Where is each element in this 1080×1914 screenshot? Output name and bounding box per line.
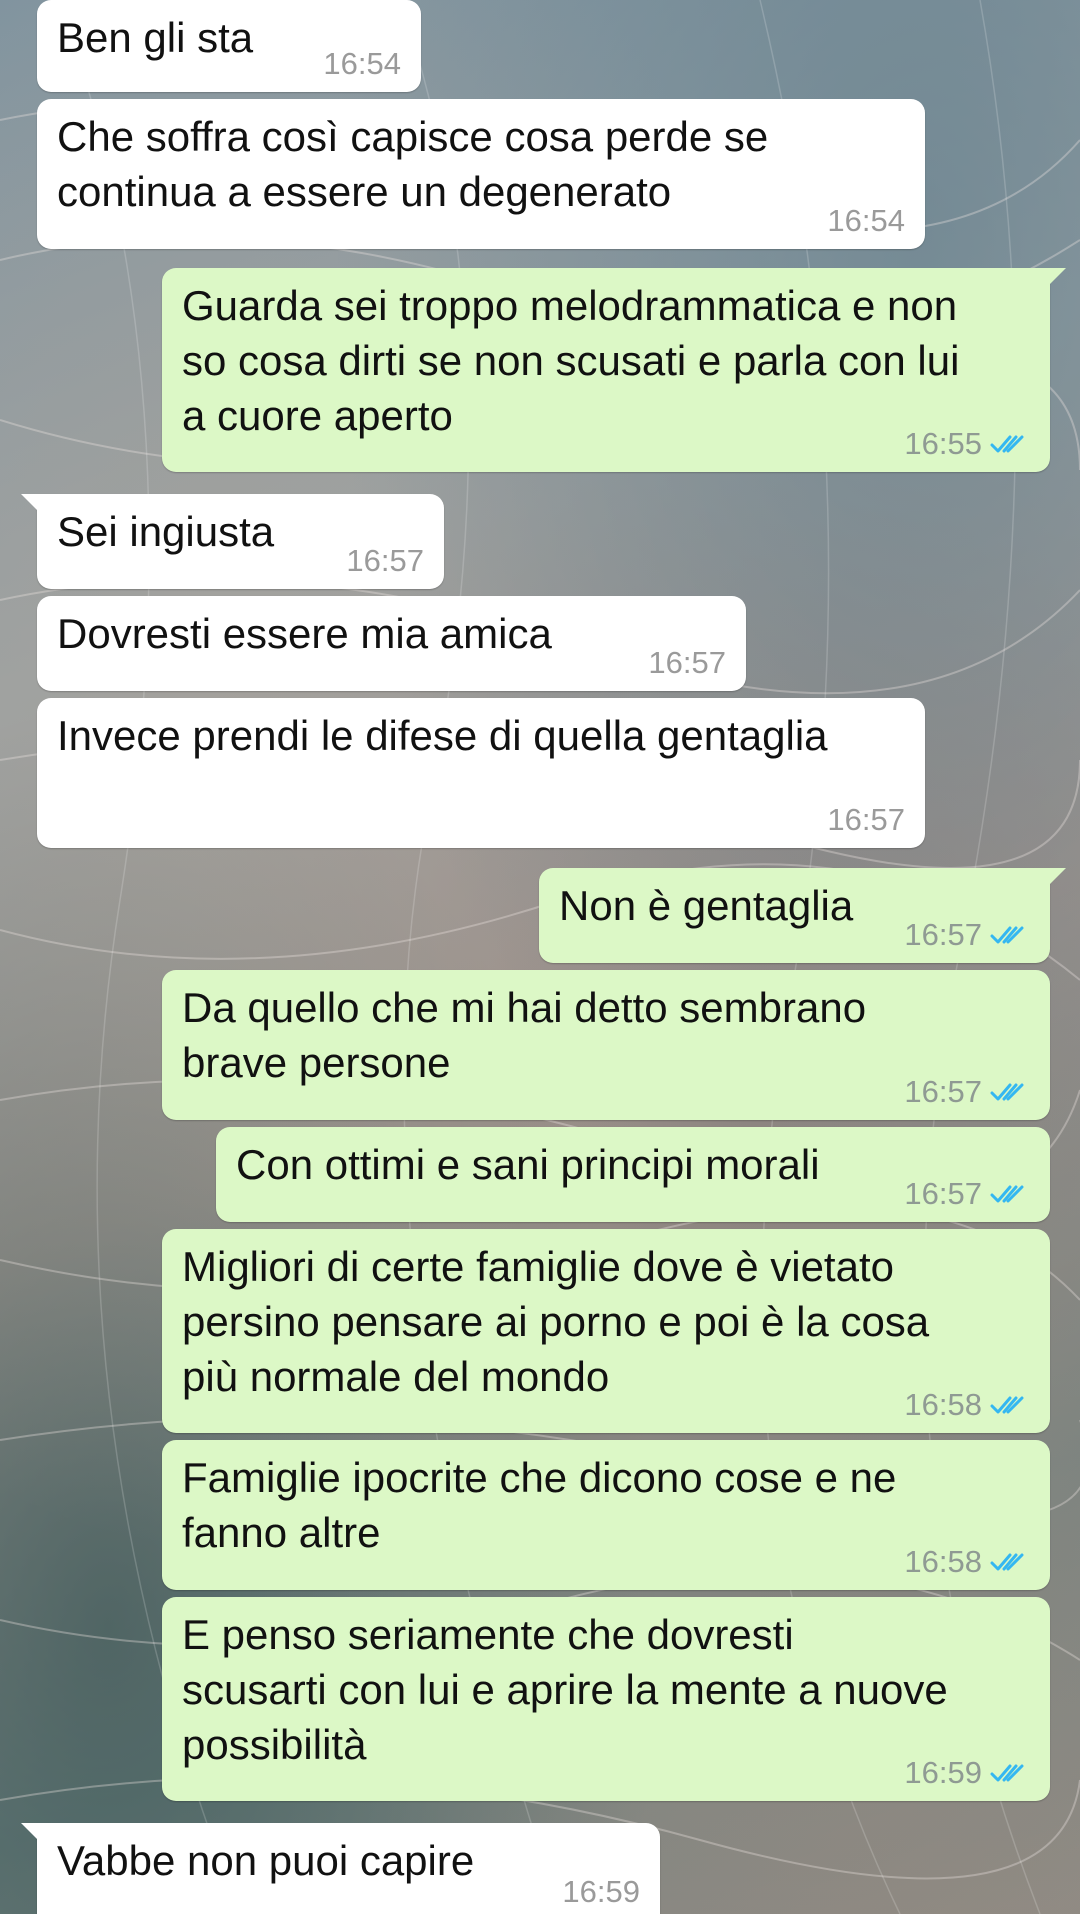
bubble-tail bbox=[1044, 868, 1066, 890]
bubble-tail bbox=[1044, 268, 1066, 290]
message-text: Che soffra così capisce cosa perde se co… bbox=[57, 113, 769, 215]
message-incoming[interactable]: Ben gli sta 16:54 bbox=[37, 0, 421, 92]
bubble-tail bbox=[21, 1823, 43, 1845]
chat-thread: Ben gli sta 16:54 Che soffra così capisc… bbox=[0, 0, 1080, 1914]
message-incoming[interactable]: Sei ingiusta 16:57 bbox=[21, 494, 444, 589]
message-time: 16:57 bbox=[904, 1176, 982, 1211]
message-meta: 16:57 bbox=[648, 645, 726, 681]
message-meta: 16:58 bbox=[904, 1544, 1030, 1580]
message-text: Migliori di certe famiglie dove è vietat… bbox=[182, 1243, 930, 1400]
bubble-tail bbox=[21, 494, 43, 516]
double-check-icon bbox=[990, 1185, 1024, 1203]
message-time: 16:58 bbox=[904, 1387, 982, 1422]
message-meta: 16:57 bbox=[904, 1074, 1030, 1110]
message-outgoing[interactable]: Con ottimi e sani principi morali 16:57 bbox=[216, 1127, 1050, 1222]
message-meta: 16:59 bbox=[562, 1874, 640, 1910]
double-check-icon bbox=[990, 1396, 1024, 1414]
message-time: 16:57 bbox=[904, 1074, 982, 1109]
message-time: 16:59 bbox=[562, 1874, 640, 1909]
message-time: 16:55 bbox=[904, 426, 982, 461]
message-meta: 16:57 bbox=[904, 1176, 1030, 1212]
message-text: E penso seriamente che dovresti scusarti… bbox=[182, 1611, 948, 1768]
message-incoming[interactable]: Che soffra così capisce cosa perde se co… bbox=[37, 99, 925, 249]
message-text: Invece prendi le difese di quella gentag… bbox=[57, 712, 828, 759]
message-time: 16:57 bbox=[346, 543, 424, 578]
message-meta: 16:54 bbox=[323, 46, 401, 82]
double-check-icon bbox=[990, 926, 1024, 944]
message-meta: 16:57 bbox=[346, 543, 424, 579]
message-time: 16:57 bbox=[904, 917, 982, 952]
message-time: 16:58 bbox=[904, 1544, 982, 1579]
message-outgoing[interactable]: Non è gentaglia 16:57 bbox=[539, 868, 1066, 963]
message-outgoing[interactable]: Migliori di certe famiglie dove è vietat… bbox=[162, 1229, 1050, 1433]
message-time: 16:54 bbox=[323, 46, 401, 81]
message-outgoing[interactable]: Da quello che mi hai detto sembrano brav… bbox=[162, 970, 1050, 1120]
message-time: 16:57 bbox=[827, 802, 905, 837]
message-text: Guarda sei troppo melodrammatica e non s… bbox=[182, 282, 960, 439]
message-meta: 16:58 bbox=[904, 1387, 1030, 1423]
message-outgoing[interactable]: Guarda sei troppo melodrammatica e non s… bbox=[162, 268, 1066, 472]
message-text: Vabbe non puoi capire bbox=[57, 1837, 475, 1884]
message-meta: 16:57 bbox=[904, 917, 1030, 953]
message-incoming[interactable]: Vabbe non puoi capire 16:59 bbox=[21, 1823, 660, 1914]
double-check-icon bbox=[990, 1553, 1024, 1571]
message-time: 16:59 bbox=[904, 1755, 982, 1790]
message-text: Dovresti essere mia amica bbox=[57, 610, 552, 657]
double-check-icon bbox=[990, 435, 1024, 453]
message-meta: 16:55 bbox=[904, 426, 1030, 462]
double-check-icon bbox=[990, 1083, 1024, 1101]
message-text: Da quello che mi hai detto sembrano brav… bbox=[182, 984, 867, 1086]
message-time: 16:57 bbox=[648, 645, 726, 680]
double-check-icon bbox=[990, 1764, 1024, 1782]
message-meta: 16:57 bbox=[827, 802, 905, 838]
message-text: Famiglie ipocrite che dicono cose e ne f… bbox=[182, 1454, 897, 1556]
message-outgoing[interactable]: E penso seriamente che dovresti scusarti… bbox=[162, 1597, 1050, 1801]
message-outgoing[interactable]: Famiglie ipocrite che dicono cose e ne f… bbox=[162, 1440, 1050, 1590]
message-incoming[interactable]: Dovresti essere mia amica 16:57 bbox=[37, 596, 746, 691]
message-meta: 16:54 bbox=[827, 203, 905, 239]
message-incoming[interactable]: Invece prendi le difese di quella gentag… bbox=[37, 698, 925, 848]
message-time: 16:54 bbox=[827, 203, 905, 238]
message-meta: 16:59 bbox=[904, 1755, 1030, 1791]
